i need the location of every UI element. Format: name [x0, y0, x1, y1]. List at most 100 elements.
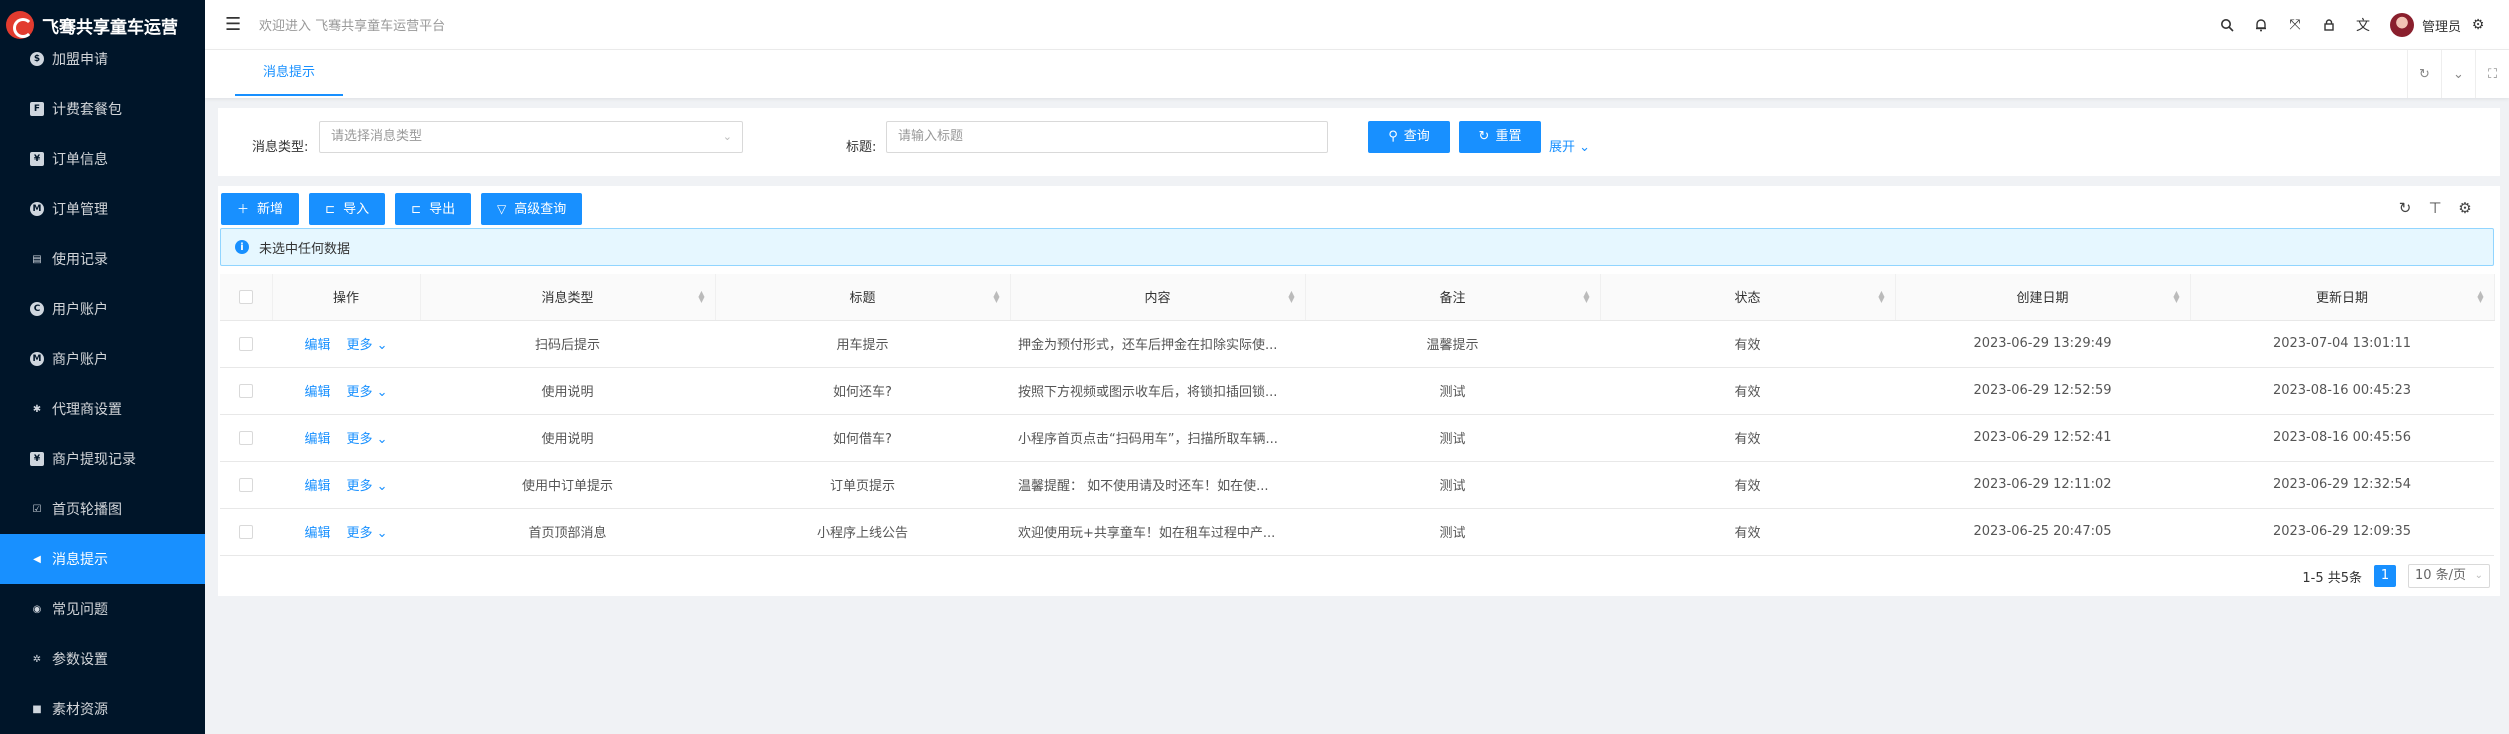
expand-icon[interactable]: ⛶ [2475, 50, 2509, 98]
more-link[interactable]: 更多 ⌄ [346, 526, 387, 541]
sort-icon[interactable]: ▲ ▼ [1288, 290, 1294, 304]
sidebar-item-13[interactable]: ■ 素材资源 [0, 684, 205, 734]
chevron-down-icon: ⌄ [722, 130, 732, 143]
message-type-placeholder: 请选择消息类型 [331, 129, 423, 144]
column-header[interactable]: 更新日期 ▲ ▼ [2190, 274, 2495, 321]
sidebar-item-label: 首页轮播图 [52, 502, 122, 518]
fullscreen-icon[interactable]: ⤧ [2287, 17, 2303, 33]
edit-link[interactable]: 编辑 [304, 479, 330, 494]
column-header[interactable]: 创建日期 ▲ ▼ [1895, 274, 2191, 321]
message-table: 操作 消息类型 ▲ ▼ 标题 ▲ ▼ 内容 ▲ ▼ 备注 ▲ ▼ 状态 ▲ ▼ 创建日期 ▲ ▼ 更新日期 ▲ ▼ 编辑更… [220, 274, 2495, 556]
bell-icon[interactable] [2253, 17, 2269, 33]
row-checkbox[interactable] [239, 430, 253, 445]
column-header[interactable]: 标题 ▲ ▼ [715, 274, 1011, 321]
refresh-tab-icon[interactable]: ↻ [2407, 50, 2441, 98]
sort-icon[interactable]: ▲ ▼ [2477, 290, 2483, 304]
expand-label: 展开 [1549, 140, 1576, 155]
column-header[interactable]: 备注 ▲ ▼ [1305, 274, 1601, 321]
query-button[interactable]: ⚲ 查询 [1368, 121, 1450, 153]
expand-link[interactable]: 展开 ⌄ [1549, 136, 1590, 155]
cell-created: 2023-06-29 12:52:41 [1895, 414, 2190, 462]
row-checkbox[interactable] [239, 383, 253, 398]
selection-alert: i 未选中任何数据 [220, 228, 2494, 266]
cell-created: 2023-06-29 12:11:02 [1895, 461, 2190, 509]
info-icon: i [235, 240, 249, 254]
column-header-label: 消息类型 [541, 291, 594, 307]
edit-link[interactable]: 编辑 [304, 526, 330, 541]
row-actions: 编辑 更多 ⌄ [272, 414, 420, 462]
reload-icon: ↻ [1478, 129, 1490, 144]
edit-link[interactable]: 编辑 [304, 385, 330, 400]
title-input[interactable]: 请输入标题 [886, 121, 1328, 153]
eye-icon: ◉ [32, 603, 42, 615]
row-checkbox[interactable] [239, 524, 253, 539]
sidebar-item-label: 商户提现记录 [52, 452, 136, 468]
translate-icon[interactable]: 文 [2355, 17, 2371, 34]
sidebar-item-8[interactable]: ¥ 商户提现记录 [0, 434, 205, 484]
page-1[interactable]: 1 [2374, 565, 2396, 587]
sidebar-item-7[interactable]: ✱ 代理商设置 [0, 384, 205, 434]
sidebar-item-2[interactable]: ¥ 订单信息 [0, 134, 205, 184]
avatar[interactable] [2389, 13, 2414, 37]
edit-link[interactable]: 编辑 [304, 432, 330, 447]
advanced-query-button[interactable]: ▽ 高级查询 [481, 193, 583, 225]
reset-button[interactable]: ↻ 重置 [1459, 121, 1541, 153]
column-header[interactable]: 内容 ▲ ▼ [1010, 274, 1306, 321]
lock-icon[interactable] [2321, 17, 2337, 33]
chevron-down-icon: ⌄ [1579, 140, 1591, 155]
row-select-cell [220, 461, 272, 509]
page-size-label: 10 条/页 [2415, 568, 2467, 583]
column-header-label: 创建日期 [2016, 291, 2069, 307]
menu-toggle-icon[interactable]: ☰ [225, 14, 245, 35]
message-type-select[interactable]: 请选择消息类型 ⌄ [319, 121, 743, 153]
column-header-label: 标题 [849, 291, 876, 307]
sidebar-item-0[interactable]: $ 加盟申请 [0, 34, 205, 84]
more-link[interactable]: 更多 ⌄ [346, 338, 387, 353]
cell-updated: 2023-08-16 00:45:56 [2190, 414, 2494, 462]
sidebar-item-4[interactable]: ▤ 使用记录 [0, 234, 205, 284]
filter-icon: ▽ [497, 202, 507, 216]
sidebar-item-3[interactable]: M 订单管理 [0, 184, 205, 234]
sort-icon[interactable]: ▲ ▼ [2173, 290, 2179, 304]
export-button[interactable]: ⊏ 导出 [395, 193, 472, 225]
more-link[interactable]: 更多 ⌄ [346, 385, 387, 400]
import-button[interactable]: ⊏ 导入 [309, 193, 386, 225]
edit-link[interactable]: 编辑 [304, 338, 330, 353]
more-link[interactable]: 更多 ⌄ [346, 479, 387, 494]
cell-content: 温馨提醒： 如不使用请及时还车！如在使... [1010, 461, 1305, 509]
sidebar-item-11[interactable]: ◉ 常见问题 [0, 584, 205, 634]
pagination: 1-5 共5条 1 10 条/页 ⌄ [2302, 564, 2490, 588]
sort-icon[interactable]: ▲ ▼ [993, 290, 999, 304]
more-label: 更多 [346, 526, 373, 541]
page-size-select[interactable]: 10 条/页 ⌄ [2408, 564, 2490, 588]
username[interactable]: 管理员 [2422, 16, 2461, 35]
sort-icon[interactable]: ▲ ▼ [1878, 290, 1884, 304]
tab-message-tips[interactable]: 消息提示 [235, 50, 344, 96]
search-icon[interactable] [2219, 17, 2235, 33]
column-height-icon[interactable]: ⊤ [2426, 199, 2444, 217]
sidebar-item-12[interactable]: ✲ 参数设置 [0, 634, 205, 684]
sidebar-item-6[interactable]: M 商户账户 [0, 334, 205, 384]
cell-title: 订单页提示 [715, 461, 1010, 509]
settings-icon[interactable]: ⚙ [2456, 199, 2474, 217]
select-all-checkbox[interactable] [238, 289, 253, 304]
chevron-down-icon[interactable]: ⌄ [2441, 50, 2475, 98]
add-button[interactable]: ＋ 新增 [221, 193, 300, 225]
sidebar-item-5[interactable]: C 用户账户 [0, 284, 205, 334]
query-label: 查询 [1403, 129, 1430, 144]
refresh-icon[interactable]: ↻ [2396, 199, 2414, 217]
sort-icon[interactable]: ▲ ▼ [698, 290, 704, 304]
sidebar-item-9[interactable]: ☑ 首页轮播图 [0, 484, 205, 534]
chart-icon: ☑ [32, 503, 42, 515]
sort-icon[interactable]: ▲ ▼ [1583, 290, 1589, 304]
row-checkbox[interactable] [239, 477, 253, 492]
column-header[interactable]: 消息类型 ▲ ▼ [420, 274, 716, 321]
gear-icon[interactable]: ⚙ [2470, 17, 2486, 33]
sidebar-item-10[interactable]: ◀ 消息提示 [0, 534, 205, 584]
sidebar-item-1[interactable]: F 计费套餐包 [0, 84, 205, 134]
cell-status: 有效 [1600, 367, 1895, 415]
cell-status: 有效 [1600, 414, 1895, 462]
column-header[interactable]: 状态 ▲ ▼ [1600, 274, 1896, 321]
row-checkbox[interactable] [239, 336, 253, 351]
more-link[interactable]: 更多 ⌄ [346, 432, 387, 447]
